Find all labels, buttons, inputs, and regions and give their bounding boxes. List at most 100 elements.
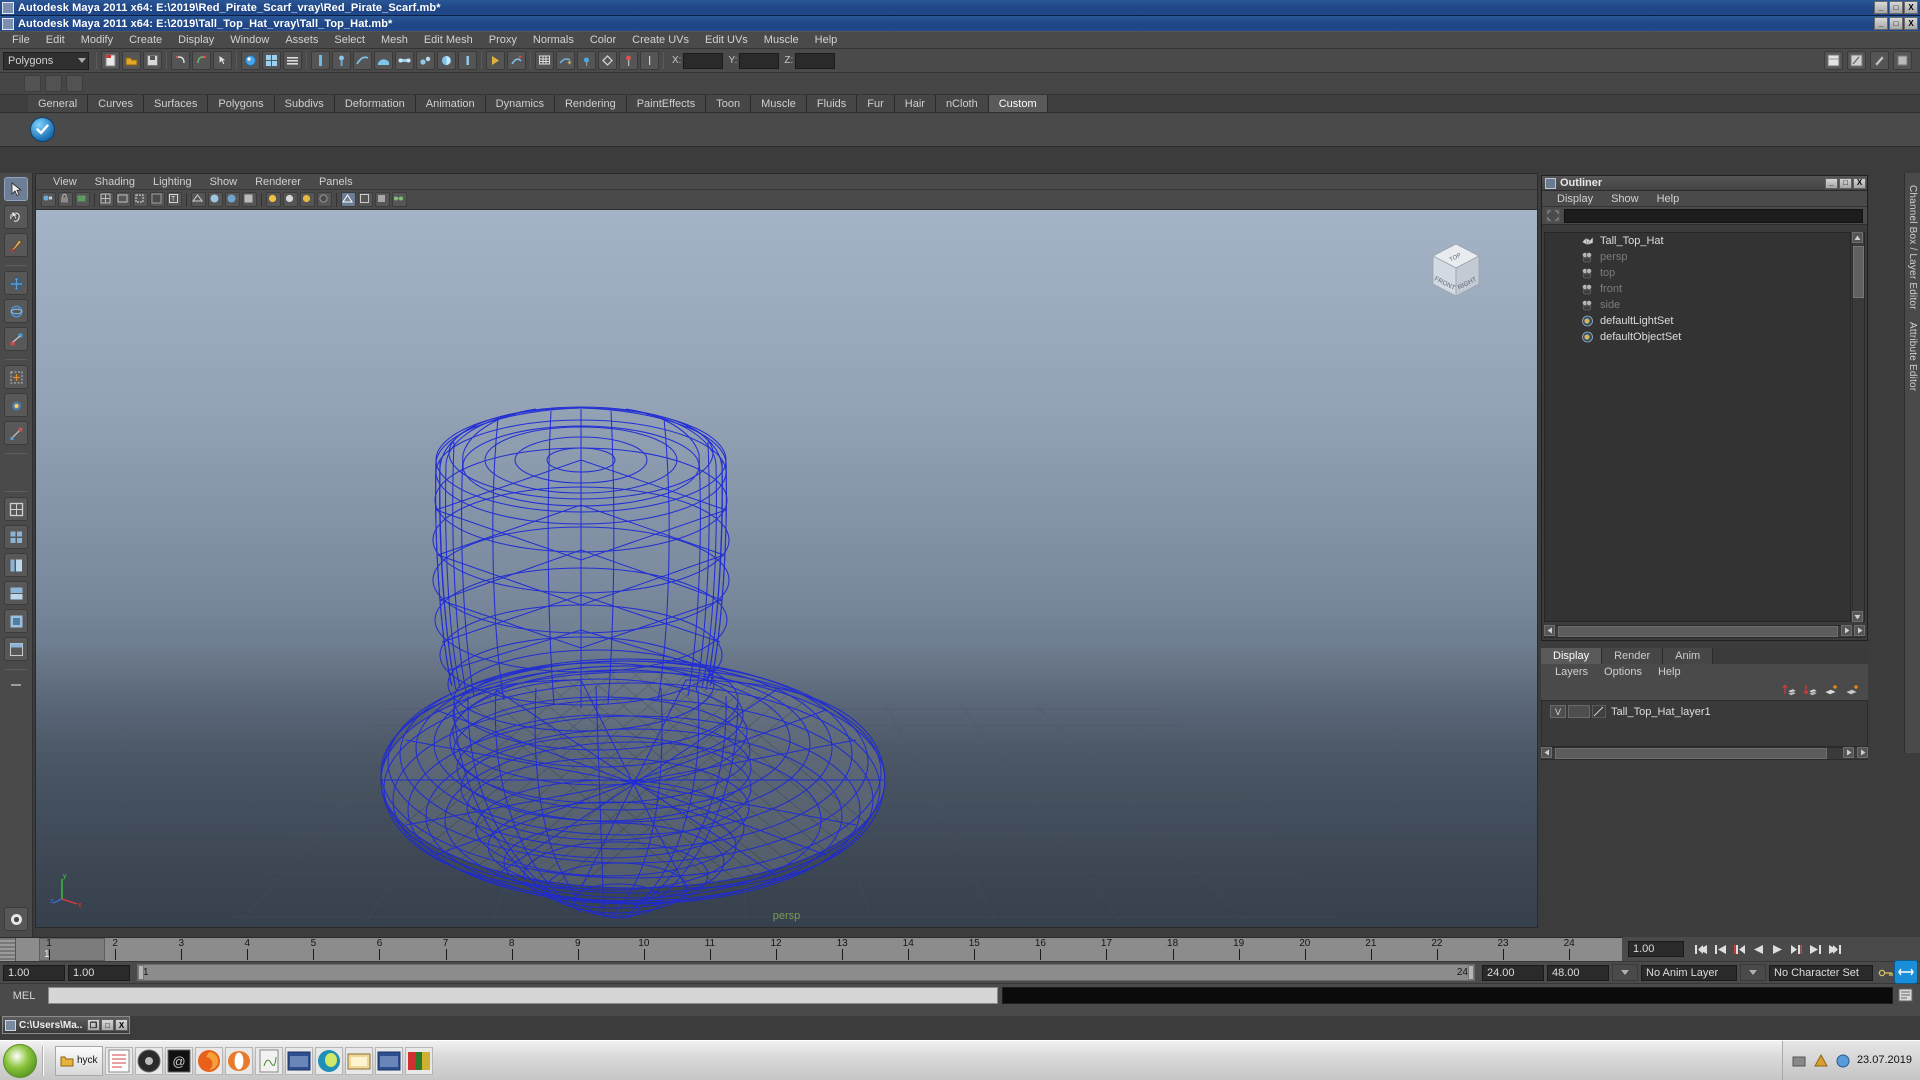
explorer-icon[interactable]	[344, 1046, 373, 1075]
z-coordinate-field[interactable]	[795, 52, 836, 69]
media-player-icon[interactable]	[134, 1046, 163, 1075]
layout-hypershade-persp-button[interactable]	[4, 609, 28, 633]
y-coordinate-field[interactable]	[739, 52, 780, 69]
taskbar-task-hyck[interactable]: hyck	[55, 1045, 103, 1076]
select-by-hierarchy-icon[interactable]	[241, 51, 260, 70]
text-editor-icon[interactable]	[254, 1046, 283, 1075]
shelf-tab-deformation[interactable]: Deformation	[334, 95, 416, 112]
layer-menu-options[interactable]: Options	[1596, 666, 1650, 678]
menu-edit-uvs[interactable]: Edit UVs	[697, 33, 756, 47]
mask-joints-icon[interactable]	[332, 51, 351, 70]
shelf-tab-general[interactable]: General	[28, 95, 89, 112]
top-hat-wireframe-model[interactable]	[36, 210, 1537, 927]
default-light-icon[interactable]	[283, 192, 298, 207]
show-attribute-editor-icon[interactable]	[1847, 51, 1866, 70]
menu-edit[interactable]: Edit	[38, 33, 73, 47]
outliner-tree-list[interactable]: Tall_Top_Hat persp top front side defaul…	[1544, 232, 1851, 622]
step-forward-key-icon[interactable]	[1806, 941, 1825, 958]
outliner-menu-display[interactable]: Display	[1548, 193, 1602, 205]
mask-handles-icon[interactable]	[311, 51, 330, 70]
paint-selection-tool-button[interactable]	[4, 233, 28, 257]
outliner-minimize-button[interactable]: _	[1825, 177, 1838, 189]
command-language-label[interactable]: MEL	[4, 990, 44, 1002]
outliner-scroll-thumb[interactable]	[1853, 246, 1864, 298]
outliner-menu-help[interactable]: Help	[1648, 193, 1689, 205]
range-slider-track[interactable]: 1 24	[137, 964, 1475, 981]
character-set-dropdown[interactable]	[1740, 964, 1766, 981]
time-slider[interactable]: 1 1 2 3 4 5 6 7 8 9 10 11 12 13 14 15 16 17 18 19 20 21 22 23 2…	[0, 937, 1622, 961]
animation-end-time-field[interactable]: 48.00	[1547, 964, 1609, 981]
universal-manipulator-button[interactable]	[4, 365, 28, 389]
tray-icon-1[interactable]	[1791, 1053, 1807, 1069]
layer-scroll-right-icon[interactable]	[1843, 747, 1854, 758]
layout-persp-outliner-button[interactable]	[4, 553, 28, 577]
command-response-field[interactable]	[1002, 987, 1893, 1004]
show-hide-toolbar-icon[interactable]	[1893, 51, 1912, 70]
shelf-tab-fur[interactable]: Fur	[857, 95, 895, 112]
shelf-tab-rendering[interactable]: Rendering	[554, 95, 627, 112]
outliner-menu-show[interactable]: Show	[1602, 193, 1648, 205]
tab-display-layers[interactable]: Display	[1541, 648, 1603, 664]
smooth-shade-all-icon[interactable]	[208, 192, 223, 207]
menu-select[interactable]: Select	[326, 33, 373, 47]
menu-create-uvs[interactable]: Create UVs	[624, 33, 697, 47]
construction-plane-icon[interactable]	[556, 51, 575, 70]
console-restore-button[interactable]: ❐	[87, 1019, 100, 1031]
shelf-icon-3[interactable]	[66, 75, 83, 92]
undo-icon[interactable]	[171, 51, 190, 70]
outliner-search-input[interactable]	[1564, 208, 1863, 223]
close-button[interactable]: X	[1904, 1, 1918, 14]
outliner-horizontal-scrollbar[interactable]	[1544, 625, 1865, 638]
mask-curves-icon[interactable]	[353, 51, 372, 70]
tab-attribute-editor[interactable]: Attribute Editor	[1906, 316, 1919, 397]
maximize-button[interactable]: □	[1889, 1, 1903, 14]
menu-file[interactable]: File	[4, 33, 38, 47]
opera-icon[interactable]	[224, 1046, 253, 1075]
scale-tool-button[interactable]	[4, 327, 28, 351]
menu-assets[interactable]: Assets	[277, 33, 326, 47]
select-tool-icon[interactable]	[213, 51, 232, 70]
shelf-tab-fluids[interactable]: Fluids	[806, 95, 858, 112]
console-close-button[interactable]: X	[115, 1019, 128, 1031]
x-coordinate-field[interactable]	[683, 52, 724, 69]
current-time-field[interactable]: 1.00	[1628, 941, 1684, 957]
render-current-frame-icon[interactable]	[577, 51, 596, 70]
help-line-toggle-button[interactable]	[4, 907, 28, 931]
outliner-item-front[interactable]: front	[1545, 281, 1850, 297]
shelf-tab-polygons[interactable]: Polygons	[208, 95, 275, 112]
layer-list[interactable]: V Tall_Top_Hat_layer1	[1541, 700, 1868, 747]
anim-layer-dropdown[interactable]	[1612, 964, 1638, 981]
viewport-menu-lighting[interactable]: Lighting	[144, 176, 201, 188]
x-ray-mode-icon[interactable]	[341, 192, 356, 207]
layer-row[interactable]: V Tall_Top_Hat_layer1	[1542, 704, 1867, 719]
mask-rendering-icon[interactable]	[437, 51, 456, 70]
console-maximize-button[interactable]: □	[101, 1019, 114, 1031]
camera-attributes-icon[interactable]	[75, 192, 90, 207]
shelf-tab-dynamics[interactable]: Dynamics	[485, 95, 555, 112]
maximize-button-secondary[interactable]: □	[1889, 17, 1903, 30]
firefox-icon[interactable]	[194, 1046, 223, 1075]
perspective-viewport[interactable]: TOP FRONT RIGHT y x z persp	[36, 210, 1537, 927]
mask-deformers-icon[interactable]	[395, 51, 414, 70]
light-icon[interactable]	[640, 51, 659, 70]
layer-scroll-left-icon[interactable]	[1541, 747, 1552, 758]
step-forward-frame-icon[interactable]	[1787, 941, 1806, 958]
menu-create[interactable]: Create	[121, 33, 170, 47]
toolbox-expand-button[interactable]	[4, 675, 28, 699]
maya-window-icon-2[interactable]	[374, 1046, 403, 1075]
go-to-start-icon[interactable]	[1692, 941, 1711, 958]
x-ray-joints-icon[interactable]	[358, 192, 373, 207]
menu-help[interactable]: Help	[807, 33, 846, 47]
winrar-icon[interactable]	[404, 1046, 433, 1075]
move-tool-button[interactable]	[4, 271, 28, 295]
console-window[interactable]: C:\Users\Ma.. ❐ □ X	[2, 1016, 130, 1034]
shaded-lighting-icon[interactable]	[266, 192, 281, 207]
step-back-key-icon[interactable]	[1711, 941, 1730, 958]
shelf-tab-curves[interactable]: Curves	[88, 95, 144, 112]
open-scene-icon[interactable]	[122, 51, 141, 70]
layout-persp-graph-button[interactable]	[4, 581, 28, 605]
lasso-tool-button[interactable]	[4, 205, 28, 229]
move-layer-down-icon[interactable]	[1803, 683, 1818, 697]
mask-misc-icon[interactable]	[458, 51, 477, 70]
mask-dynamics-icon[interactable]	[416, 51, 435, 70]
